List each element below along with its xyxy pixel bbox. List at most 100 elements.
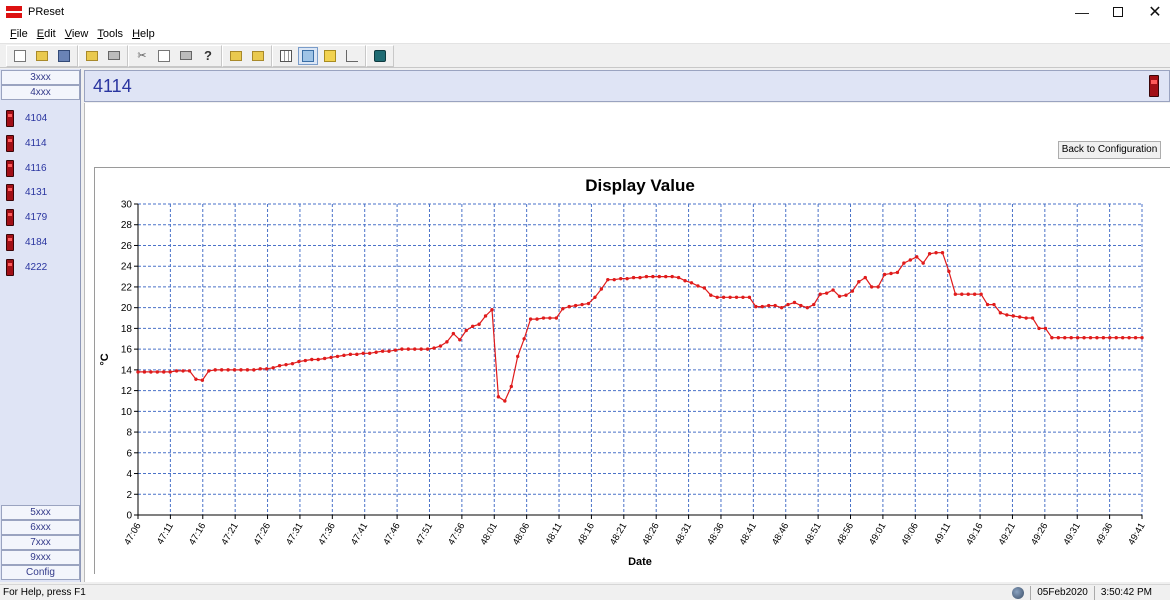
minimize-button[interactable]: — [1062, 0, 1102, 24]
x-tick-label: 48:46 [770, 521, 791, 547]
config-button[interactable]: Config [1, 565, 80, 580]
x-tick-label: 48:01 [478, 521, 499, 547]
y-tick-label: 26 [121, 241, 133, 252]
x-tick-label: 47:11 [155, 521, 176, 546]
device-icon [6, 208, 14, 226]
data-point [226, 368, 230, 372]
back-to-configuration-button[interactable]: Back to Configuration [1058, 141, 1161, 159]
group-3xxx-button[interactable]: 3xxx [1, 70, 80, 85]
table-view-button[interactable] [276, 47, 296, 65]
device-icon [6, 183, 14, 201]
data-point [972, 292, 977, 296]
folder-up-button[interactable] [226, 47, 246, 65]
device-icon [6, 134, 14, 152]
group-4xxx-button[interactable]: 4xxx [1, 85, 80, 100]
data-point [322, 356, 327, 361]
toolbar-folder-group [222, 44, 272, 67]
axis-view-button[interactable] [342, 47, 362, 65]
toolbar-file-group [6, 44, 78, 67]
copy-button[interactable] [154, 47, 174, 65]
data-point [779, 305, 784, 310]
sidebar-device-4222[interactable]: 4222 [6, 258, 47, 276]
data-point [400, 347, 404, 351]
group-9xxx-button[interactable]: 9xxx [1, 550, 80, 565]
y-tick-label: 30 [121, 200, 133, 211]
data-point [741, 295, 745, 299]
toolbar-view-group [272, 44, 366, 67]
data-point [1075, 336, 1080, 340]
grid-view-button[interactable] [320, 47, 340, 65]
status-right: 05Feb2020 3:50:42 PM [1012, 585, 1158, 600]
data-point [458, 338, 462, 342]
data-point [934, 251, 938, 255]
data-point [1069, 336, 1073, 340]
data-point [606, 277, 610, 282]
data-point [992, 302, 996, 307]
sidebar-device-4104[interactable]: 4104 [6, 109, 47, 127]
data-point [142, 370, 147, 374]
data-point [232, 368, 237, 372]
sidebar-device-4116[interactable]: 4116 [6, 159, 47, 177]
data-point [155, 370, 160, 374]
sidebar-device-4131[interactable]: 4131 [6, 183, 47, 201]
cut-icon: ✂ [137, 50, 147, 62]
menu-file[interactable]: File [6, 28, 33, 40]
open-button[interactable] [32, 47, 52, 65]
save-button[interactable] [54, 47, 74, 65]
data-point [631, 275, 636, 280]
menu-view[interactable]: View [61, 28, 94, 40]
data-point [979, 292, 983, 296]
sidebar-device-4179[interactable]: 4179 [6, 208, 47, 226]
toolbar-io-group [78, 44, 128, 67]
data-point [754, 304, 758, 309]
chart-view-button[interactable] [298, 46, 318, 65]
data-point [644, 274, 649, 279]
data-point [432, 346, 436, 350]
data-point [509, 384, 513, 389]
menu-edit[interactable]: Edit [33, 28, 61, 40]
close-button[interactable]: ✕ [1135, 0, 1170, 24]
paste-button[interactable] [176, 47, 196, 65]
status-date: 05Feb2020 [1030, 586, 1094, 600]
data-point [561, 307, 565, 311]
data-point [728, 295, 732, 299]
help-button[interactable]: ? [198, 47, 218, 65]
data-point [393, 348, 398, 352]
data-point [1133, 336, 1138, 340]
chart-title: Display Value [585, 176, 695, 195]
menu-tools[interactable]: Tools [93, 28, 128, 40]
data-point [303, 358, 308, 363]
cut-button[interactable]: ✂ [132, 47, 152, 65]
x-tick-label: 49:41 [1126, 521, 1147, 547]
group-6xxx-button[interactable]: 6xxx [1, 520, 80, 535]
y-tick-label: 16 [121, 345, 133, 356]
copy-icon [158, 49, 170, 62]
folder-new-button[interactable] [248, 47, 268, 65]
data-point [1005, 313, 1009, 317]
x-tick-label: 47:21 [219, 521, 240, 547]
import-button[interactable] [82, 47, 102, 65]
data-point [445, 340, 449, 344]
series-line [138, 252, 1142, 402]
group-5xxx-button[interactable]: 5xxx [1, 505, 80, 520]
sidebar-device-label: 4222 [25, 261, 48, 273]
data-point [908, 258, 913, 262]
print-button[interactable] [104, 47, 124, 65]
data-point [477, 322, 481, 326]
group-7xxx-button[interactable]: 7xxx [1, 535, 80, 550]
sidebar-device-4114[interactable]: 4114 [6, 134, 47, 152]
device-button[interactable] [370, 47, 390, 65]
data-point [1108, 336, 1112, 340]
data-point [297, 359, 301, 364]
data-point [335, 354, 340, 359]
y-tick-label: 22 [121, 282, 133, 293]
device-icon [6, 258, 14, 276]
sidebar-device-4184[interactable]: 4184 [6, 233, 47, 251]
maximize-button[interactable] [1098, 0, 1138, 24]
data-point [850, 289, 855, 293]
data-point [612, 277, 616, 282]
data-point [773, 303, 777, 308]
new-file-button[interactable] [10, 47, 30, 65]
data-point [921, 261, 925, 265]
menu-help[interactable]: Help [128, 28, 160, 40]
